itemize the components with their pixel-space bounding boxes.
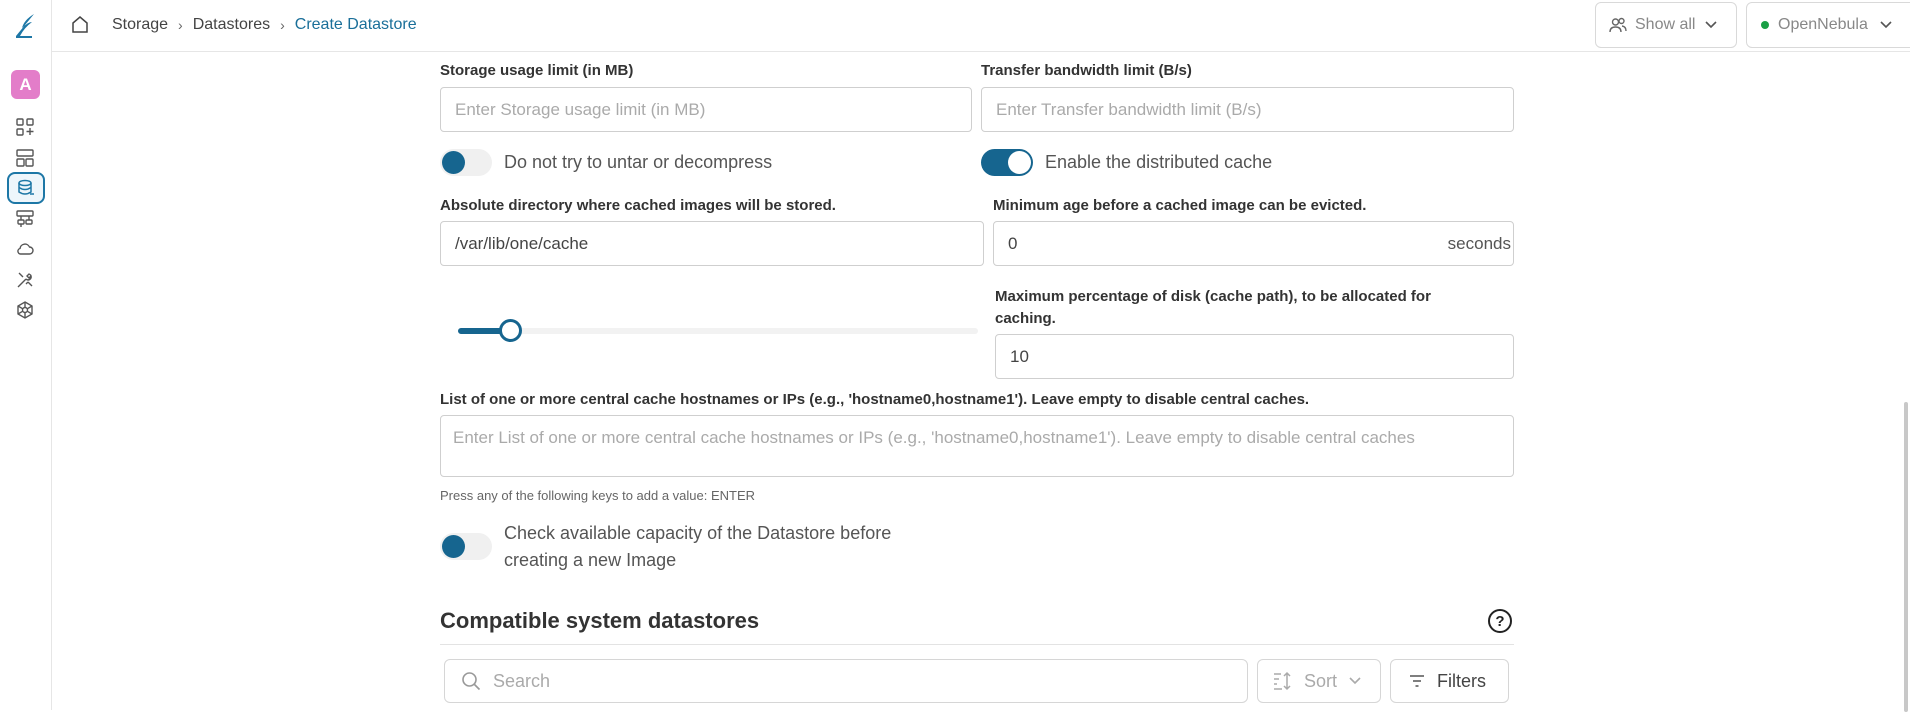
filters-label: Filters (1437, 670, 1486, 691)
max-percentage-slider[interactable] (458, 319, 978, 342)
sort-label: Sort (1304, 670, 1338, 691)
search-icon (461, 671, 481, 691)
breadcrumb-create-datastore: Create Datastore (294, 16, 417, 33)
check-capacity-row: Check available capacity of the Datastor… (440, 520, 891, 574)
chevron-down-icon (1880, 21, 1892, 29)
slider-thumb[interactable] (499, 319, 522, 342)
opennebula-logo-icon[interactable] (12, 10, 38, 40)
avatar[interactable]: A (11, 70, 40, 99)
show-all-button[interactable]: Show all (1595, 2, 1737, 48)
breadcrumb-storage[interactable]: Storage (112, 16, 168, 34)
distributed-cache-toggle[interactable] (981, 149, 1033, 176)
search-input[interactable]: Search (444, 659, 1248, 703)
cache-dir-label: Absolute directory where cached images w… (440, 197, 836, 214)
distributed-cache-row: Enable the distributed cache (981, 149, 1272, 176)
bandwidth-limit-placeholder: Enter Transfer bandwidth limit (B/s) (996, 99, 1262, 119)
min-age-input[interactable]: 0 seconds (993, 221, 1514, 266)
apps-icon[interactable] (14, 116, 36, 138)
storage-limit-input[interactable]: Enter Storage usage limit (in MB) (440, 87, 972, 132)
search-placeholder: Search (493, 670, 551, 691)
sidebar: A (0, 0, 52, 710)
max-percentage-input[interactable]: 10 (995, 334, 1514, 379)
users-icon (1609, 16, 1627, 34)
no-decompress-toggle[interactable] (440, 149, 492, 176)
status-dot-icon (1761, 21, 1769, 29)
chevron-down-icon (1349, 677, 1361, 685)
central-caches-label: List of one or more central cache hostna… (440, 391, 1310, 408)
chevron-right-icon: › (280, 17, 285, 33)
max-percentage-label: Maximum percentage of disk (cache path),… (995, 288, 1431, 327)
home-icon[interactable] (68, 13, 92, 37)
storage-limit-placeholder: Enter Storage usage limit (in MB) (455, 99, 706, 119)
settings-icon[interactable] (14, 299, 36, 321)
zone-selector-button[interactable]: OpenNebula (1746, 2, 1910, 48)
network-icon[interactable] (14, 208, 36, 230)
central-caches-input[interactable]: Enter List of one or more central cache … (440, 415, 1514, 477)
central-caches-placeholder: Enter List of one or more central cache … (453, 428, 1415, 447)
chevron-down-icon (1705, 21, 1718, 29)
storage-limit-label: Storage usage limit (in MB) (440, 62, 634, 79)
cache-dir-value: /var/lib/one/cache (455, 233, 589, 253)
chevron-right-icon: › (178, 17, 183, 33)
bandwidth-limit-label: Transfer bandwidth limit (B/s) (981, 62, 1192, 79)
check-capacity-toggle[interactable] (440, 533, 492, 560)
no-decompress-label: Do not try to untar or decompress (504, 152, 773, 172)
filter-icon (1409, 675, 1425, 687)
storage-icon[interactable] (7, 172, 45, 204)
compatible-datastores-title: Compatible system datastores (440, 608, 760, 633)
min-age-value: 0 (1008, 233, 1018, 253)
zone-label: OpenNebula (1778, 16, 1868, 33)
section-divider (440, 644, 1514, 645)
central-caches-helper: Press any of the following keys to add a… (440, 488, 756, 503)
min-age-label: Minimum age before a cached image can be… (993, 197, 1367, 214)
cache-dir-input[interactable]: /var/lib/one/cache (440, 221, 984, 266)
help-icon[interactable]: ? (1488, 609, 1512, 633)
check-capacity-label-line2: creating a new Image (504, 550, 677, 570)
tools-icon[interactable] (14, 269, 36, 291)
bandwidth-limit-input[interactable]: Enter Transfer bandwidth limit (B/s) (981, 87, 1514, 132)
check-capacity-label-line1: Check available capacity of the Datastor… (504, 523, 892, 543)
sort-button[interactable]: Sort (1257, 659, 1381, 703)
max-percentage-value: 10 (1010, 346, 1029, 366)
top-header: Storage › Datastores › Create Datastore … (52, 0, 1910, 52)
min-age-unit: seconds (1447, 233, 1511, 253)
filters-button[interactable]: Filters (1390, 659, 1509, 703)
scrollbar[interactable] (1904, 52, 1910, 712)
show-all-label: Show all (1635, 16, 1696, 33)
no-decompress-row: Do not try to untar or decompress (440, 149, 772, 176)
breadcrumb-datastores[interactable]: Datastores (193, 16, 270, 34)
breadcrumb: Storage › Datastores › Create Datastore (112, 0, 417, 50)
cloud-icon[interactable] (14, 238, 36, 260)
sort-icon (1272, 671, 1294, 691)
distributed-cache-label: Enable the distributed cache (1045, 152, 1273, 172)
dashboard-icon[interactable] (14, 147, 36, 169)
